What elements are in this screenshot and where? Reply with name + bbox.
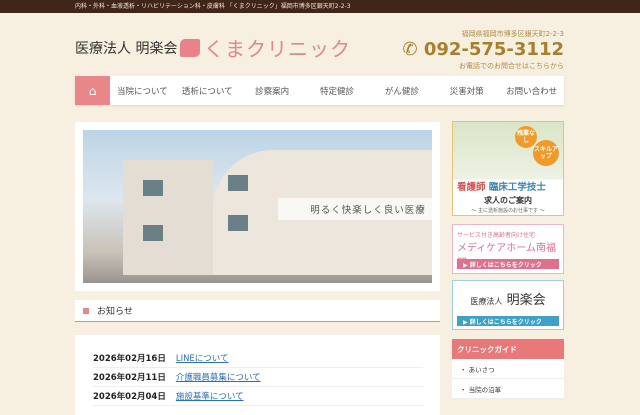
nav-item[interactable]: 当院について [110, 76, 175, 105]
news-item: 2026年02月11日 介護職員募集について [93, 368, 423, 387]
clinic-logo[interactable]: くまクリニック [180, 33, 351, 62]
phone-icon: ✆ [402, 39, 418, 60]
address: 福岡県福岡市博多区銀天町2-2-3 [461, 30, 564, 38]
clinic-name: くまクリニック [204, 37, 351, 61]
news-date: 2026年02月04日 [93, 392, 166, 402]
news-item: 2026年02月16日 LINEについて [93, 349, 423, 368]
news-date: 2026年02月11日 [93, 373, 166, 383]
news-header: お知らせ [75, 300, 440, 322]
logo-mark-icon [180, 38, 200, 57]
job1: 看護師 [457, 182, 486, 193]
heading-icon [83, 307, 89, 314]
guide-item[interactable]: ・ 当院の沿革 [452, 379, 564, 399]
nav-home[interactable]: ⌂ [75, 76, 110, 105]
corp-big: 明楽会 [506, 293, 546, 308]
phone-number: 092-575-3112 [423, 39, 564, 60]
guide-item[interactable]: ・ あいさつ [452, 359, 564, 379]
clinic-guide: クリニックガイド ・ あいさつ ・ 当院の沿革 [452, 339, 564, 399]
news-link[interactable]: 介護職員募集について [176, 371, 261, 383]
nav-item[interactable]: がん健診 [369, 76, 434, 105]
corp-button[interactable]: ▶ 詳しくはこちらをクリック [457, 316, 559, 326]
guide-title: クリニックガイド [452, 339, 564, 359]
news-link[interactable]: LINEについて [176, 352, 229, 364]
job2: 臨床工学技士 [488, 182, 546, 193]
nav-item[interactable]: 特定健診 [305, 76, 370, 105]
recruit-sub: ～ 主に透析施設のお仕事です ～ [471, 208, 545, 214]
hero: 明るく快楽しく良い医療 [75, 122, 440, 291]
news-title: お知らせ [97, 307, 133, 317]
news-item: 2026年02月04日 施設基準について [93, 387, 423, 406]
news-list: 2026年02月16日 LINEについて 2026年02月11日 介護職員募集につい… [75, 335, 440, 415]
header-contact: 福岡県福岡市博多区銀天町2-2-3 ✆ 092-575-3112 お電話でのお問… [402, 29, 564, 71]
phone-note: お電話でのお問合せはこちらから [459, 62, 564, 70]
corp-small: 医療法人 [470, 297, 503, 306]
news-link[interactable]: 施設基準について [176, 390, 244, 402]
nav-item[interactable]: 災害対策 [434, 76, 499, 105]
news-date: 2026年02月16日 [93, 354, 166, 364]
recruit-banner[interactable]: 残業なし スキルアップ 看護師 臨床工学技士 求人のご案内 ～ 主に透析施設のお… [452, 121, 564, 216]
nav-item[interactable]: 診察案内 [240, 76, 305, 105]
hero-caption: 明るく快楽しく良い医療 [278, 198, 432, 220]
main-nav: ⌂ 当院について 透析について 診察案内 特定健診 がん健診 災害対策 お問い合… [75, 76, 564, 105]
badge: 残業なし [515, 126, 537, 148]
nav-item[interactable]: お問い合わせ [499, 76, 564, 105]
medicare-banner[interactable]: サービス付き高齢者向け住宅 メディケアホーム南福岡 ▶ 詳しくはこちらをクリック [452, 224, 564, 274]
hero-image: 明るく快楽しく良い医療 [83, 130, 432, 283]
home-icon: ⌂ [88, 83, 97, 98]
corp-banner[interactable]: 医療法人 明楽会 ▶ 詳しくはこちらをクリック [452, 280, 564, 330]
phone[interactable]: ✆ 092-575-3112 [402, 39, 564, 61]
care-button[interactable]: ▶ 詳しくはこちらをクリック [457, 259, 559, 269]
nav-item[interactable]: 透析について [175, 76, 240, 105]
corp-name: 医療法人 明楽会 [75, 41, 178, 57]
badge: スキルアップ [533, 140, 559, 166]
recruit-title: 求人のご案内 [484, 196, 532, 205]
care-sub: サービス付き高齢者向け住宅 [457, 232, 536, 239]
top-bar: 内科・外科・血液透析・リハビリテーション科・皮膚科 「くまクリニック」福岡市博多… [0, 0, 640, 13]
